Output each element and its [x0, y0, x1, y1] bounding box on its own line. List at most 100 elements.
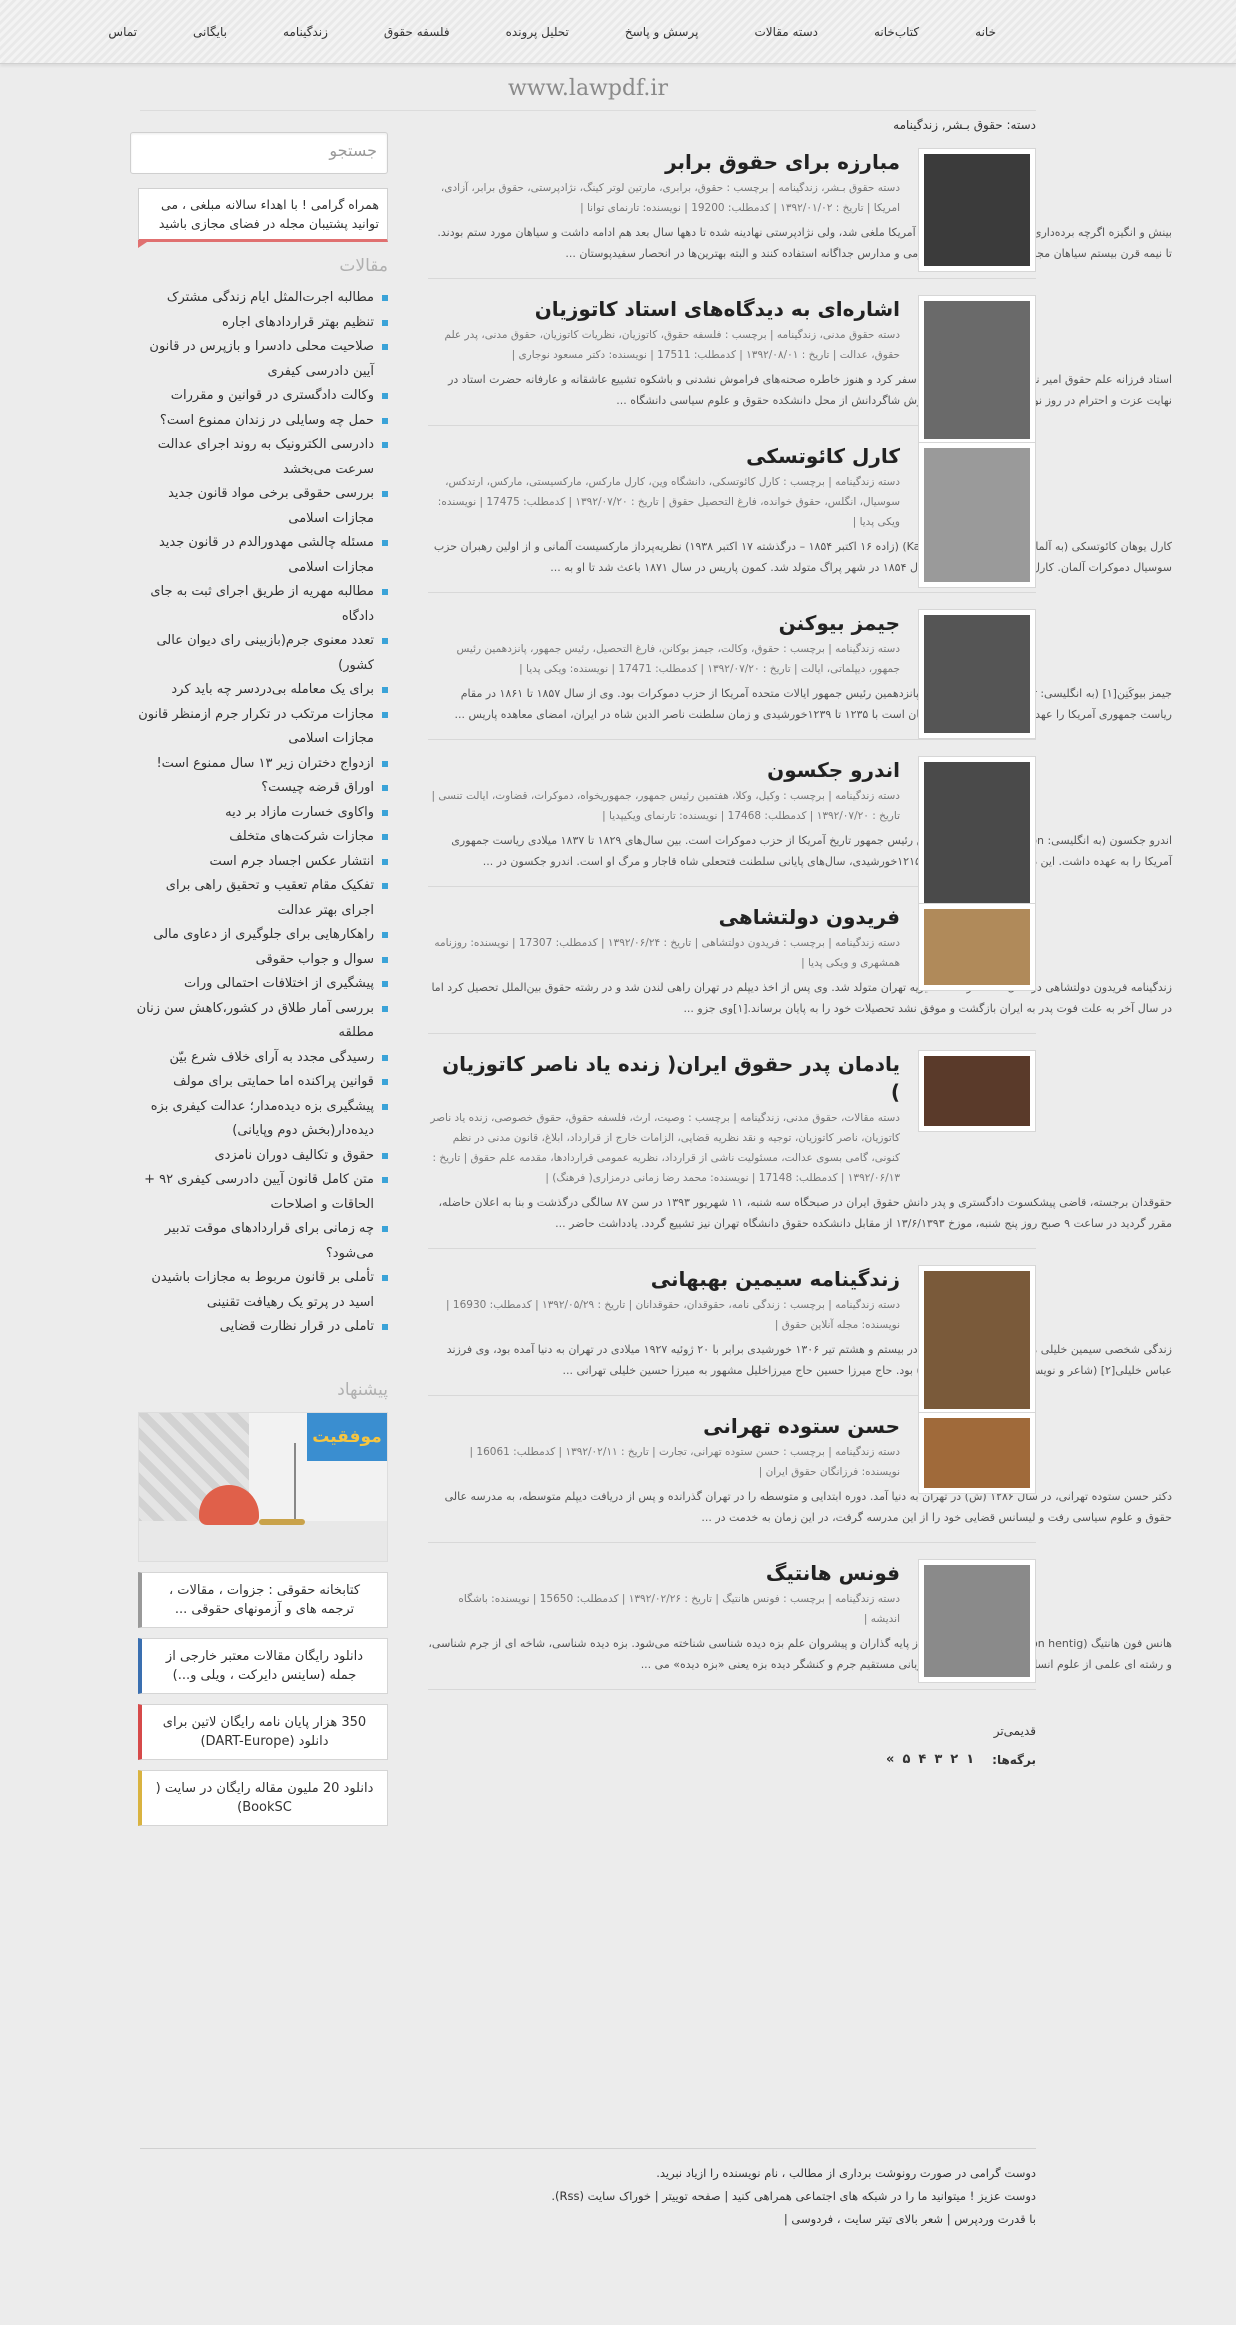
search-input[interactable]: جستجو — [130, 132, 388, 174]
article-link[interactable]: دادرسی الکترونیک به روند اجرای عدالت سرع… — [136, 433, 388, 482]
advertisement-banner[interactable]: موفقیت — [138, 1411, 388, 1562]
post-item: حسن ستوده تهرانی دسته زندگینامه | برچسب … — [428, 1412, 1172, 1543]
post-excerpt: جیمز بیوکَنِن[۱] (به انگلیسی: James Buch… — [454, 687, 1173, 721]
post-title[interactable]: اشاره‌ای به دیدگاه‌های استاد کاتوزیان — [428, 295, 900, 323]
post-meta: دسته مقالات، حقوق مدنی، زندگینامه | برچس… — [430, 1112, 900, 1184]
nav-home[interactable]: خانه — [975, 25, 996, 39]
older-posts-link[interactable]: قدیمی‌تر — [428, 1724, 1036, 1738]
page-link-2[interactable]: ۲ — [950, 1752, 958, 1767]
library-link-box[interactable]: کتابخانه حقوقی : جزوات ، مقالات ، ترجمه … — [138, 1571, 388, 1628]
booksc-link-box[interactable]: دانلود 20 ملیون مقاله رایگان در سایت ( B… — [138, 1769, 388, 1826]
post-meta: دسته زندگینامه | برچسب : فریدون دولتشاهی… — [434, 937, 900, 969]
article-link[interactable]: مجازات شرکت‌های متخلف — [136, 825, 388, 850]
nav-contact[interactable]: تماس — [108, 25, 137, 39]
article-link[interactable]: تفکیک مقام تعقیب و تحقیق راهی برای اجرای… — [136, 874, 388, 923]
post-meta: دسته زندگینامه | برچسب : کارل کائوتسکی، … — [437, 476, 900, 528]
post-title[interactable]: فریدون دولتشاهی — [428, 903, 900, 931]
article-link[interactable]: مسئله چالشی مهدورالدم در قانون جدید مجاز… — [136, 531, 388, 580]
pagination-label: برگه‌ها: — [992, 1752, 1036, 1767]
post-thumbnail[interactable] — [918, 903, 1036, 991]
article-link[interactable]: تنظیم بهتر قراردادهای اجاره — [136, 311, 388, 336]
post-title[interactable]: فونس هانتیگ — [428, 1559, 900, 1587]
article-link[interactable]: پیشگیری از اختلافات احتمالی ورات — [136, 972, 388, 997]
post-thumbnail[interactable] — [918, 609, 1036, 739]
article-link[interactable]: وکالت دادگستری در قوانین و مقررات — [136, 384, 388, 409]
article-link[interactable]: مطالبه اجرت‌المثل ایام زندگی مشترک — [136, 286, 388, 311]
post-title[interactable]: زندگینامه سیمین بهبهانی — [428, 1265, 900, 1293]
post-title[interactable]: مبارزه برای حقوق برابر — [428, 148, 900, 176]
page-link-5[interactable]: ۵ — [902, 1752, 910, 1767]
article-link[interactable]: چه زمانی برای قراردادهای موقت تدبیر می‌ش… — [136, 1217, 388, 1266]
post-thumbnail[interactable] — [918, 295, 1036, 445]
post-thumbnail[interactable] — [918, 1050, 1036, 1132]
post-excerpt: هانس فون هانتیگ (Hans von hentig) به عنو… — [428, 1637, 1172, 1671]
article-link[interactable]: حقوق و تکالیف دوران نامزدی — [136, 1144, 388, 1169]
post-excerpt: کارل یوهان کائوتسکی (به آلمانی: Karl Joh… — [433, 540, 1172, 574]
articles-widget-title: مقالات — [339, 256, 388, 276]
main-content: دسته: حقوق بـشر, زندگینامه مبارزه برای ح… — [428, 118, 1172, 1767]
page-link-3[interactable]: ۳ — [934, 1752, 942, 1767]
ad-floor-decoration — [139, 1520, 387, 1561]
site-title[interactable]: www.lawpdf.ir — [0, 76, 1176, 101]
post-meta: دسته حقوق مدنی، زندگینامه | برچسب : فلسف… — [444, 329, 900, 361]
post-excerpt: زندگی شخصی سیمین خلیلی معروف به سیمین به… — [446, 1343, 1172, 1377]
footer-divider — [140, 2148, 1036, 2149]
article-link[interactable]: برای یک معامله بی‌دردسر چه باید کرد — [136, 678, 388, 703]
footer-social-links[interactable]: دوست عزیز ! میتوانید ما را در شبکه های ا… — [136, 2185, 1036, 2208]
article-link[interactable]: تأملی بر قانون مربوط به مجازات باشیدن اس… — [136, 1266, 388, 1315]
post-thumbnail[interactable] — [918, 1265, 1036, 1415]
nav-library[interactable]: کتاب‌خانه — [874, 25, 919, 39]
article-link[interactable]: قوانین پراکنده اما حمایتی برای مولف — [136, 1070, 388, 1095]
article-link[interactable]: ازدواج دختران زیر ۱۳ سال ممنوع است! — [136, 752, 388, 777]
post-title[interactable]: جیمز بیوکنن — [428, 609, 900, 637]
page-link-1[interactable]: ۱ — [966, 1752, 974, 1767]
post-thumbnail[interactable] — [918, 148, 1036, 272]
article-link[interactable]: مجازات مرتکب در تکرار جرم ازمنظر قانون م… — [136, 703, 388, 752]
article-link[interactable]: اوراق قرضه چیست؟ — [136, 776, 388, 801]
post-excerpt: زندگینامه فریدون دولتشاهی در سال ۱۳۱۷ در… — [431, 981, 1172, 1015]
nav-archive[interactable]: بایگانی — [193, 25, 227, 39]
article-link[interactable]: مطالبه مهریه از طریق اجرای ثبت به جای دا… — [136, 580, 388, 629]
article-link[interactable]: صلاحیت محلی دادسرا و بازپرس در قانون آیی… — [136, 335, 388, 384]
post-title[interactable]: اندرو جکسون — [428, 756, 900, 784]
article-link[interactable]: واکاوی خسارت مازاد بر دیه — [136, 801, 388, 826]
post-meta: دسته زندگینامه | برچسب : زندگی نامه، حقو… — [446, 1299, 900, 1331]
post-excerpt: حقوقدان برجسته، قاضی پیشکسوت دادگستری و … — [438, 1196, 1172, 1230]
article-link[interactable]: متن کامل قانون آیین دادرسی کیفری ۹۲ + ال… — [136, 1168, 388, 1217]
article-link[interactable]: بررسی حقوقی برخی مواد قانون جدید مجازات … — [136, 482, 388, 531]
post-thumbnail[interactable] — [918, 442, 1036, 588]
post-thumbnail[interactable] — [918, 756, 1036, 916]
post-item: مبارزه برای حقوق برابر دسته حقوق بـشر، ز… — [428, 148, 1172, 279]
post-thumbnail[interactable] — [918, 1559, 1036, 1683]
article-link[interactable]: سوال و جواب حقوقی — [136, 948, 388, 973]
article-link[interactable]: تعدد معنوی جرم(بازبینی رای دیوان عالی کش… — [136, 629, 388, 678]
category-breadcrumb: دسته: حقوق بـشر, زندگینامه — [893, 118, 1036, 132]
article-link[interactable]: راهکارهایی برای جلوگیری از دعاوی مالی — [136, 923, 388, 948]
article-link[interactable]: حمل چه وسایلی در زندان ممنوع است؟ — [136, 409, 388, 434]
post-title[interactable]: حسن ستوده تهرانی — [428, 1412, 900, 1440]
nav-philosophy-of-law[interactable]: فلسفه حقوق — [384, 25, 450, 39]
article-link[interactable]: انتشار عکس اجساد جرم است — [136, 850, 388, 875]
post-item: فریدون دولتشاهی دسته زندگینامه | برچسب :… — [428, 903, 1172, 1034]
free-articles-link-box[interactable]: دانلود رایگان مقالات معتبر خارجی از جمله… — [138, 1637, 388, 1694]
donation-notice[interactable]: همراه گرامی ! با اهداء سالانه مبلغی ، می… — [138, 188, 388, 248]
article-link[interactable]: تاملی در قرار نظارت قضایی — [136, 1315, 388, 1340]
page-link-4[interactable]: ۴ — [918, 1752, 926, 1767]
nav-biography[interactable]: زندگینامه — [283, 25, 328, 39]
theses-link-box[interactable]: 350 هزار پایان نامه رایگان لاتین برای دا… — [138, 1703, 388, 1760]
article-link[interactable]: پیشگیری بزه دیده‌مدار؛ عدالت کیفری بزه د… — [136, 1095, 388, 1144]
ad-sign: موفقیت — [307, 1412, 387, 1461]
notice-corner-decoration — [138, 240, 150, 248]
post-title[interactable]: کارل کائوتسکی — [428, 442, 900, 470]
articles-list: مطالبه اجرت‌المثل ایام زندگی مشترک تنظیم… — [136, 286, 388, 1340]
ad-table-decoration — [259, 1518, 305, 1525]
post-meta: دسته حقوق بـشر، زندگینامه | برچسب : حقوق… — [440, 182, 900, 214]
nav-qa[interactable]: پرسش و پاسخ — [625, 25, 699, 39]
nav-case-analysis[interactable]: تحلیل پرونده — [506, 25, 569, 39]
post-title[interactable]: یادمان پدر حقوق ایران( زنده یاد ناصر کات… — [428, 1050, 900, 1106]
post-thumbnail[interactable] — [918, 1412, 1036, 1494]
next-page-link[interactable]: » — [886, 1752, 894, 1767]
article-link[interactable]: رسیدگی مجدد به آرای خلاف شرع بیّن — [136, 1046, 388, 1071]
nav-article-categories[interactable]: دسته مقالات — [754, 25, 818, 39]
article-link[interactable]: بررسی آمار طلاق در کشور،کاهش سن زنان مطل… — [136, 997, 388, 1046]
